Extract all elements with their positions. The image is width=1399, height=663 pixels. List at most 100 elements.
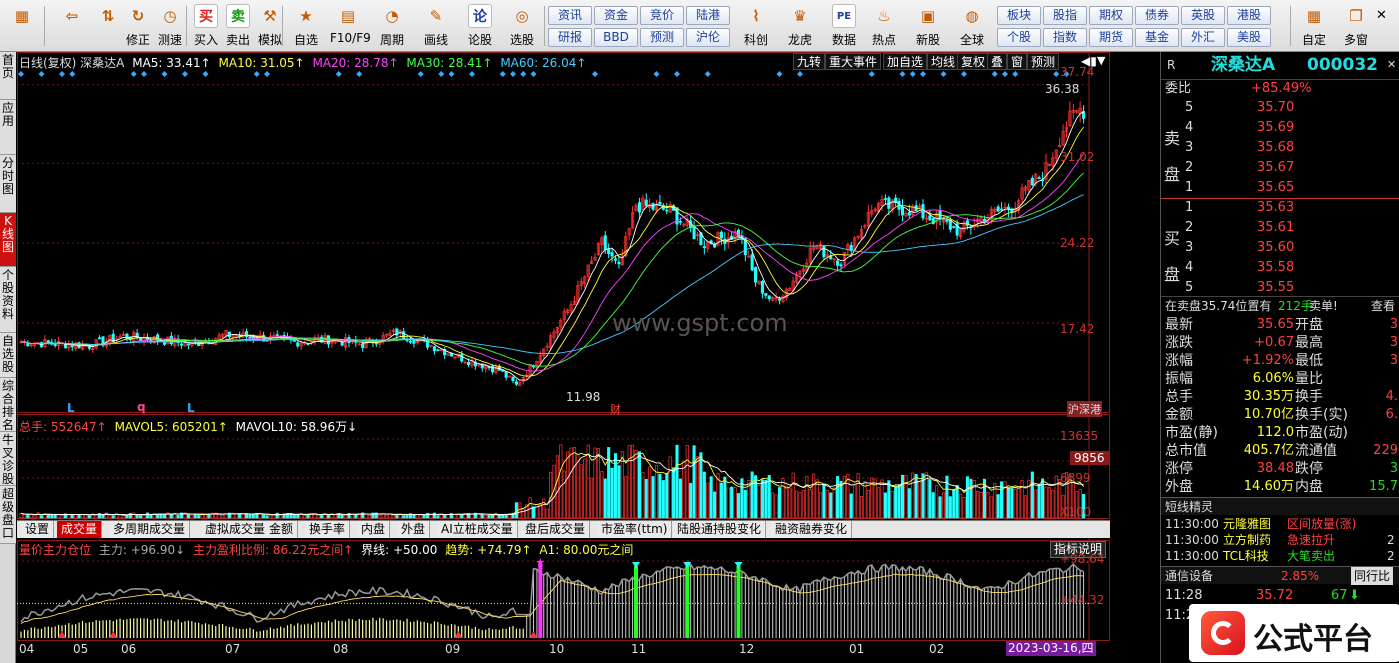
toolbar-new-stock-button[interactable]: ▣ 新股 — [910, 4, 946, 50]
toolbar-hot-button[interactable]: ♨ 热点 — [866, 4, 902, 50]
toolbar-globe-button[interactable]: ◍ 全球 — [954, 4, 990, 50]
left-tab-8[interactable]: 超级盘口 — [0, 486, 16, 544]
marker-finance[interactable]: 财 — [610, 401, 621, 417]
toolbar-pe-button[interactable]: PE 数据 — [826, 4, 862, 50]
chart-button-0[interactable]: 九转 — [793, 53, 826, 70]
indicator-tab-1[interactable]: 成交量 — [57, 521, 103, 538]
elf-item[interactable]: 11:30:00 立方制药 急速拉升 2 — [1161, 532, 1399, 548]
left-tab-3[interactable]: K线图 — [0, 213, 16, 267]
order-book-row[interactable]: 2 35.61 — [1161, 219, 1399, 237]
toolbar-star-button[interactable]: ★ 自选 — [288, 4, 324, 50]
indicator-tab-8[interactable]: AI立桩成交量 — [437, 521, 518, 538]
chart-button-3[interactable]: 均线 — [927, 53, 960, 70]
left-tab-1[interactable]: 应用 — [0, 100, 16, 155]
order-book-row[interactable]: 4 35.69 — [1161, 119, 1399, 137]
order-price: 35.60 — [1257, 240, 1295, 255]
left-tab-6[interactable]: 综合排名 — [0, 378, 16, 432]
sector-name[interactable]: 通信设备 — [1165, 567, 1213, 585]
quick-button[interactable]: 债券 — [1135, 6, 1179, 25]
quick-button[interactable]: 美股 — [1227, 28, 1271, 47]
indicator-tab-4[interactable]: 金额 — [265, 521, 299, 538]
quick-button[interactable]: 期权 — [1089, 6, 1133, 25]
volume-bar — [815, 479, 819, 519]
toolbar-customize-button[interactable]: ▦ 自定 — [1296, 4, 1332, 50]
order-book-row[interactable]: 5 35.55 — [1161, 279, 1399, 297]
quick-button[interactable]: 陆港 — [686, 6, 730, 25]
toolbar-grid-button[interactable]: ▦ — [4, 4, 40, 50]
toolbar-back-arrow-button[interactable]: ⇦ — [54, 4, 90, 50]
indicator-tab-6[interactable]: 内盘 — [357, 521, 391, 538]
quick-button[interactable]: 资金 — [594, 6, 638, 25]
toolbar-pencil-button[interactable]: ✎ 画线 — [418, 4, 454, 50]
chart-button-6[interactable]: 窗 — [1007, 53, 1028, 70]
elf-item[interactable]: 11:30:00 TCL科技 大笔卖出 2 — [1161, 548, 1399, 564]
toolbar-kechuang-button[interactable]: ⌇ 科创 — [738, 4, 774, 50]
quick-button[interactable]: 英股 — [1181, 6, 1225, 25]
quick-button[interactable]: 竞价 — [640, 6, 684, 25]
toolbar-refresh-button[interactable]: ↻ 修正 — [120, 4, 156, 50]
quick-button[interactable]: 指数 — [1043, 28, 1087, 47]
stats-row: 金额 10.70亿 换手(实) 6. — [1161, 406, 1399, 424]
indicator-tab-0[interactable]: 设置 — [21, 521, 55, 538]
order-book-row[interactable]: 1 35.65 — [1161, 179, 1399, 197]
chart-button-4[interactable]: 复权 — [957, 53, 990, 70]
marker-hsgt[interactable]: 沪深港 — [1067, 401, 1102, 417]
toolbar-cycle-button[interactable]: ◔ 周期 — [374, 4, 410, 50]
indicator-tab-12[interactable]: 融资融券变化 — [771, 521, 853, 538]
order-book-row[interactable]: 1 35.63 — [1161, 199, 1399, 217]
left-tab-7[interactable]: 牛叉诊股 — [0, 432, 16, 486]
order-book-row[interactable]: 4 35.58 — [1161, 259, 1399, 277]
quick-button[interactable]: 基金 — [1135, 28, 1179, 47]
quick-button[interactable]: 个股 — [997, 28, 1041, 47]
quick-button[interactable]: 预测 — [640, 28, 684, 47]
elf-item[interactable]: 11:30:00 元隆雅图 区间放量(涨) — [1161, 516, 1399, 532]
quick-button[interactable]: 研报 — [548, 28, 592, 47]
quick-button[interactable]: 沪伦 — [686, 28, 730, 47]
indicator-tab-5[interactable]: 换手率 — [305, 521, 351, 538]
quick-button[interactable]: 港股 — [1227, 6, 1271, 25]
indicator-tab-3[interactable]: 虚拟成交量 — [201, 521, 271, 538]
view-link[interactable]: 查看 — [1371, 297, 1395, 315]
volume-bar — [241, 513, 245, 519]
logo-text: 公式平台 — [1253, 622, 1373, 657]
volume-bar — [67, 514, 71, 519]
close-icon[interactable]: ✕ — [1387, 54, 1396, 76]
chart-button-2[interactable]: 加自选 — [883, 53, 928, 70]
close-icon[interactable]: ✕ — [1376, 8, 1387, 23]
chart-button-7[interactable]: 预测 — [1027, 53, 1060, 70]
quick-button[interactable]: BBD — [594, 28, 638, 47]
order-book-row[interactable]: 5 35.70 — [1161, 99, 1399, 117]
indicator-tab-10[interactable]: 市盈率(ttm) — [597, 521, 673, 538]
left-tab-4[interactable]: 个股资料 — [0, 267, 16, 333]
left-tab-0[interactable]: 首页 — [0, 52, 16, 100]
order-book-row[interactable]: 3 35.60 — [1161, 239, 1399, 257]
quick-button[interactable]: 板块 — [997, 6, 1041, 25]
indicator-tab-7[interactable]: 外盘 — [397, 521, 431, 538]
ma30-line — [20, 172, 1084, 367]
quick-button[interactable]: 期货 — [1089, 28, 1133, 47]
toolbar-document-button[interactable]: ▤ F10/F9 — [330, 4, 371, 50]
left-tab-5[interactable]: 自选股 — [0, 333, 16, 378]
peer-rank-button[interactable]: 同行比 — [1351, 567, 1394, 585]
left-tab-2[interactable]: 分时图 — [0, 155, 16, 213]
quick-button[interactable]: 资讯 — [548, 6, 592, 25]
toolbar-clock-button[interactable]: ◷ 测速 — [152, 4, 188, 50]
indicator-tab-2[interactable]: 多周期成交量 — [109, 521, 191, 538]
toolbar-sell-button[interactable]: 卖卖出 — [220, 4, 256, 50]
elf-value: 2 — [1387, 549, 1395, 563]
stat-value-2: 6. — [1385, 407, 1398, 422]
buy-triangle — [109, 631, 118, 638]
order-book-row[interactable]: 3 35.68 — [1161, 139, 1399, 157]
quick-button[interactable]: 外汇 — [1181, 28, 1225, 47]
toolbar-multi-window-button[interactable]: ❐ 多窗 — [1338, 4, 1374, 50]
indicator-tab-11[interactable]: 陆股通持股变化 — [673, 521, 767, 538]
toolbar-buy-button[interactable]: 买买入 — [188, 4, 224, 50]
chart-button-5[interactable]: 叠 — [987, 53, 1008, 70]
toolbar-dragon-tiger-button[interactable]: ♛ 龙虎 — [782, 4, 818, 50]
toolbar-discuss-button[interactable]: 论论股 — [462, 4, 498, 50]
chart-button-1[interactable]: 重大事件 — [825, 53, 882, 70]
quick-button[interactable]: 股指 — [1043, 6, 1087, 25]
toolbar-chart-select-button[interactable]: ◎ 选股 — [504, 4, 540, 50]
order-book-row[interactable]: 2 35.67 — [1161, 159, 1399, 177]
indicator-tab-9[interactable]: 盘后成交量 — [521, 521, 591, 538]
